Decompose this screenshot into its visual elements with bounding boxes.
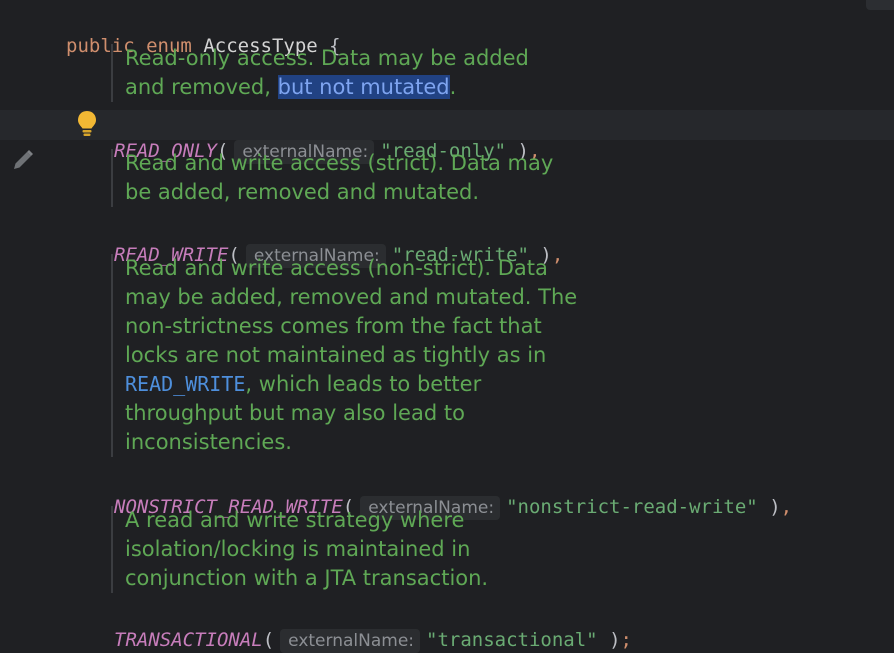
- string-literal[interactable]: "transactional": [426, 629, 598, 651]
- enum-constant-line: TRANSACTIONAL(externalName: "transactiona…: [114, 629, 632, 653]
- enum-constant-name[interactable]: TRANSACTIONAL: [114, 629, 263, 651]
- doc-comment-nonstrict: Read and write access (non-strict). Data…: [111, 254, 577, 457]
- close-paren: ): [769, 496, 781, 518]
- lightbulb-icon[interactable]: [76, 110, 98, 138]
- doc-line: Read and write access (non-strict). Data: [125, 256, 548, 280]
- semicolon: ;: [620, 629, 632, 651]
- doc-line: and removed, but not mutated.: [125, 75, 457, 99]
- close-paren: ): [609, 629, 621, 651]
- doc-line: may be added, removed and mutated. The: [125, 285, 578, 309]
- doc-line: be added, removed and mutated.: [125, 180, 480, 204]
- doc-line: Read and write access (strict). Data may: [125, 151, 554, 175]
- doc-line: Read-only access. Data may be added: [125, 46, 529, 70]
- doc-line: READ_WRITE, which leads to better: [125, 372, 482, 396]
- doc-line: non-strictness comes from the fact that: [125, 314, 542, 338]
- doc-line: locks are not maintained as tightly as i…: [125, 343, 547, 367]
- pencil-icon[interactable]: [11, 148, 35, 172]
- doc-line: throughput but may also lead to: [125, 401, 465, 425]
- doc-link-read-write[interactable]: READ_WRITE: [125, 372, 245, 396]
- doc-comment-transactional: A read and write strategy where isolatio…: [111, 506, 488, 593]
- doc-comment-read-only: Read-only access. Data may be added and …: [111, 44, 529, 102]
- string-literal[interactable]: "nonstrict-read-write": [506, 496, 758, 518]
- text-selection[interactable]: but not mutated: [277, 75, 450, 99]
- doc-line: conjunction with a JTA transaction.: [125, 566, 489, 590]
- doc-line: inconsistencies.: [125, 430, 292, 454]
- doc-line: A read and write strategy where: [125, 508, 465, 532]
- window-corner-control[interactable]: [866, 0, 894, 10]
- doc-comment-read-write: Read and write access (strict). Data may…: [111, 149, 553, 207]
- comma: ,: [780, 496, 793, 518]
- doc-line: isolation/locking is maintained in: [125, 537, 471, 561]
- parameter-hint: externalName:: [280, 629, 421, 653]
